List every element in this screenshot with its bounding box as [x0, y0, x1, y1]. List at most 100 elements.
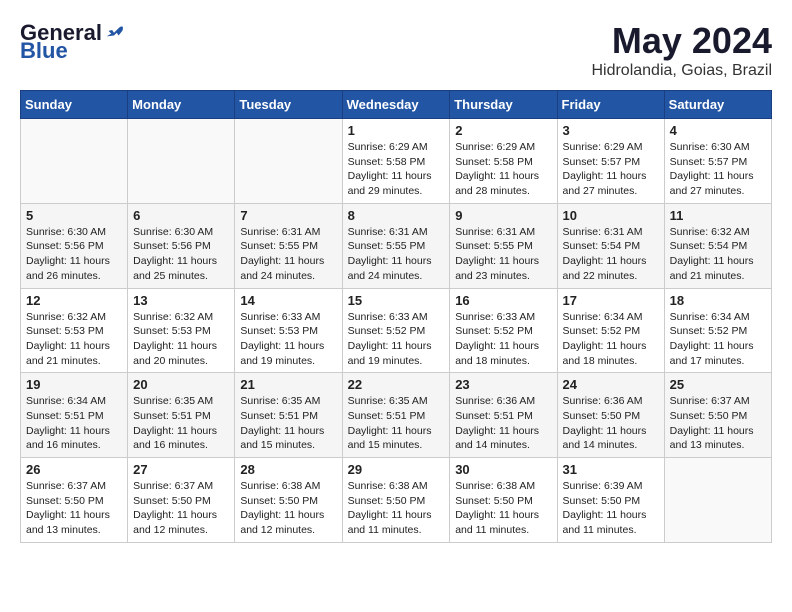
calendar-cell: 17 Sunrise: 6:34 AM Sunset: 5:52 PM Dayli… — [557, 288, 664, 373]
day-number: 5 — [26, 208, 122, 223]
day-info: Sunrise: 6:32 AM Sunset: 5:53 PM Dayligh… — [133, 310, 229, 369]
day-number: 22 — [348, 377, 445, 392]
calendar-week-5: 26 Sunrise: 6:37 AM Sunset: 5:50 PM Dayli… — [21, 458, 772, 543]
title-area: May 2024 Hidrolandia, Goias, Brazil — [591, 20, 772, 80]
weekday-header-friday: Friday — [557, 91, 664, 119]
page-header: General Blue May 2024 Hidrolandia, Goias… — [20, 20, 772, 80]
weekday-header-sunday: Sunday — [21, 91, 128, 119]
day-info: Sunrise: 6:38 AM Sunset: 5:50 PM Dayligh… — [348, 479, 445, 538]
calendar-cell: 9 Sunrise: 6:31 AM Sunset: 5:55 PM Daylig… — [450, 203, 557, 288]
calendar-cell: 2 Sunrise: 6:29 AM Sunset: 5:58 PM Daylig… — [450, 119, 557, 204]
day-number: 2 — [455, 123, 551, 138]
calendar-cell: 3 Sunrise: 6:29 AM Sunset: 5:57 PM Daylig… — [557, 119, 664, 204]
calendar-cell: 15Sunrise: 6:33 AM Sunset: 5:52 PM Dayli… — [342, 288, 450, 373]
weekday-header-monday: Monday — [128, 91, 235, 119]
day-number: 11 — [670, 208, 766, 223]
day-number: 10 — [563, 208, 659, 223]
calendar-cell: 31 Sunrise: 6:39 AM Sunset: 5:50 PM Dayli… — [557, 458, 664, 543]
day-info: Sunrise: 6:29 AM Sunset: 5:58 PM Dayligh… — [348, 140, 445, 199]
logo-bird-icon — [103, 19, 125, 41]
calendar-cell: 6 Sunrise: 6:30 AM Sunset: 5:56 PM Daylig… — [128, 203, 235, 288]
calendar-cell: 4 Sunrise: 6:30 AM Sunset: 5:57 PM Daylig… — [664, 119, 771, 204]
day-info: Sunrise: 6:34 AM Sunset: 5:52 PM Dayligh… — [563, 310, 659, 369]
day-number: 20 — [133, 377, 229, 392]
day-number: 15 — [348, 293, 445, 308]
day-number: 13 — [133, 293, 229, 308]
day-info: Sunrise: 6:36 AM Sunset: 5:51 PM Dayligh… — [455, 394, 551, 453]
calendar-cell: 7 Sunrise: 6:31 AM Sunset: 5:55 PM Daylig… — [235, 203, 342, 288]
day-info: Sunrise: 6:35 AM Sunset: 5:51 PM Dayligh… — [348, 394, 445, 453]
calendar-cell: 16Sunrise: 6:33 AM Sunset: 5:52 PM Dayli… — [450, 288, 557, 373]
calendar-cell — [128, 119, 235, 204]
day-number: 4 — [670, 123, 766, 138]
day-info: Sunrise: 6:30 AM Sunset: 5:57 PM Dayligh… — [670, 140, 766, 199]
calendar-cell: 8 Sunrise: 6:31 AM Sunset: 5:55 PM Daylig… — [342, 203, 450, 288]
calendar-cell: 11 Sunrise: 6:32 AM Sunset: 5:54 PM Dayli… — [664, 203, 771, 288]
calendar-cell: 1Sunrise: 6:29 AM Sunset: 5:58 PM Daylig… — [342, 119, 450, 204]
day-number: 6 — [133, 208, 229, 223]
calendar-table: SundayMondayTuesdayWednesdayThursdayFrid… — [20, 90, 772, 543]
day-number: 16 — [455, 293, 551, 308]
day-info: Sunrise: 6:31 AM Sunset: 5:55 PM Dayligh… — [240, 225, 336, 284]
day-number: 30 — [455, 462, 551, 477]
day-number: 12 — [26, 293, 122, 308]
weekday-header-tuesday: Tuesday — [235, 91, 342, 119]
day-number: 26 — [26, 462, 122, 477]
day-info: Sunrise: 6:32 AM Sunset: 5:54 PM Dayligh… — [670, 225, 766, 284]
logo: General Blue — [20, 20, 125, 64]
day-info: Sunrise: 6:30 AM Sunset: 5:56 PM Dayligh… — [26, 225, 122, 284]
calendar-cell: 28Sunrise: 6:38 AM Sunset: 5:50 PM Dayli… — [235, 458, 342, 543]
calendar-cell: 29Sunrise: 6:38 AM Sunset: 5:50 PM Dayli… — [342, 458, 450, 543]
day-number: 18 — [670, 293, 766, 308]
weekday-header-thursday: Thursday — [450, 91, 557, 119]
day-info: Sunrise: 6:31 AM Sunset: 5:55 PM Dayligh… — [348, 225, 445, 284]
day-number: 17 — [563, 293, 659, 308]
month-title: May 2024 — [591, 20, 772, 62]
day-info: Sunrise: 6:31 AM Sunset: 5:55 PM Dayligh… — [455, 225, 551, 284]
calendar-cell: 10Sunrise: 6:31 AM Sunset: 5:54 PM Dayli… — [557, 203, 664, 288]
calendar-cell — [21, 119, 128, 204]
calendar-cell: 25Sunrise: 6:37 AM Sunset: 5:50 PM Dayli… — [664, 373, 771, 458]
day-number: 7 — [240, 208, 336, 223]
weekday-header-row: SundayMondayTuesdayWednesdayThursdayFrid… — [21, 91, 772, 119]
calendar-week-1: 1Sunrise: 6:29 AM Sunset: 5:58 PM Daylig… — [21, 119, 772, 204]
calendar-cell: 5 Sunrise: 6:30 AM Sunset: 5:56 PM Daylig… — [21, 203, 128, 288]
day-number: 14 — [240, 293, 336, 308]
calendar-cell: 23 Sunrise: 6:36 AM Sunset: 5:51 PM Dayli… — [450, 373, 557, 458]
calendar-cell: 12 Sunrise: 6:32 AM Sunset: 5:53 PM Dayli… — [21, 288, 128, 373]
day-info: Sunrise: 6:29 AM Sunset: 5:57 PM Dayligh… — [563, 140, 659, 199]
calendar-week-2: 5 Sunrise: 6:30 AM Sunset: 5:56 PM Daylig… — [21, 203, 772, 288]
day-number: 8 — [348, 208, 445, 223]
day-info: Sunrise: 6:39 AM Sunset: 5:50 PM Dayligh… — [563, 479, 659, 538]
calendar-cell: 18 Sunrise: 6:34 AM Sunset: 5:52 PM Dayli… — [664, 288, 771, 373]
calendar-cell: 27Sunrise: 6:37 AM Sunset: 5:50 PM Dayli… — [128, 458, 235, 543]
logo-blue-text: Blue — [20, 38, 68, 64]
calendar-cell: 13 Sunrise: 6:32 AM Sunset: 5:53 PM Dayli… — [128, 288, 235, 373]
day-info: Sunrise: 6:34 AM Sunset: 5:52 PM Dayligh… — [670, 310, 766, 369]
day-number: 25 — [670, 377, 766, 392]
day-number: 9 — [455, 208, 551, 223]
day-info: Sunrise: 6:37 AM Sunset: 5:50 PM Dayligh… — [26, 479, 122, 538]
calendar-cell: 20 Sunrise: 6:35 AM Sunset: 5:51 PM Dayli… — [128, 373, 235, 458]
calendar-cell: 14Sunrise: 6:33 AM Sunset: 5:53 PM Dayli… — [235, 288, 342, 373]
calendar-week-4: 19 Sunrise: 6:34 AM Sunset: 5:51 PM Dayli… — [21, 373, 772, 458]
day-number: 19 — [26, 377, 122, 392]
day-info: Sunrise: 6:30 AM Sunset: 5:56 PM Dayligh… — [133, 225, 229, 284]
day-number: 3 — [563, 123, 659, 138]
day-info: Sunrise: 6:38 AM Sunset: 5:50 PM Dayligh… — [455, 479, 551, 538]
location-subtitle: Hidrolandia, Goias, Brazil — [591, 62, 772, 80]
day-info: Sunrise: 6:38 AM Sunset: 5:50 PM Dayligh… — [240, 479, 336, 538]
day-number: 27 — [133, 462, 229, 477]
calendar-cell: 24Sunrise: 6:36 AM Sunset: 5:50 PM Dayli… — [557, 373, 664, 458]
calendar-cell: 22 Sunrise: 6:35 AM Sunset: 5:51 PM Dayli… — [342, 373, 450, 458]
day-number: 23 — [455, 377, 551, 392]
day-number: 31 — [563, 462, 659, 477]
weekday-header-saturday: Saturday — [664, 91, 771, 119]
calendar-cell — [664, 458, 771, 543]
day-info: Sunrise: 6:34 AM Sunset: 5:51 PM Dayligh… — [26, 394, 122, 453]
day-info: Sunrise: 6:35 AM Sunset: 5:51 PM Dayligh… — [133, 394, 229, 453]
day-info: Sunrise: 6:32 AM Sunset: 5:53 PM Dayligh… — [26, 310, 122, 369]
calendar-cell: 26 Sunrise: 6:37 AM Sunset: 5:50 PM Dayli… — [21, 458, 128, 543]
weekday-header-wednesday: Wednesday — [342, 91, 450, 119]
day-info: Sunrise: 6:29 AM Sunset: 5:58 PM Dayligh… — [455, 140, 551, 199]
